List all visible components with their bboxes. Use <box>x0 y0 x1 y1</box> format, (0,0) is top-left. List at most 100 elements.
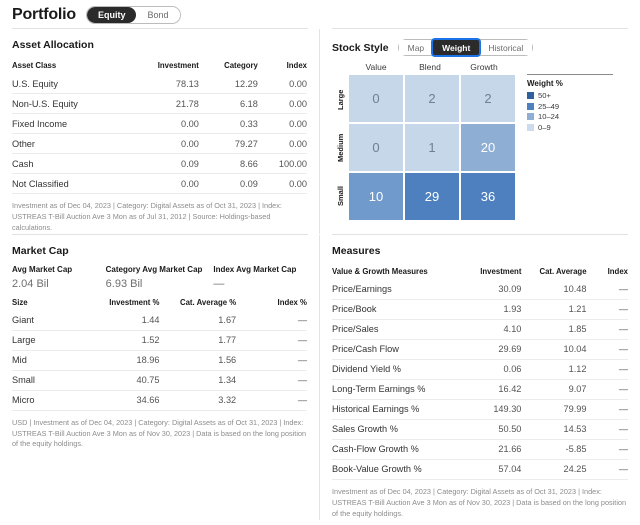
table-header-row: Size Investment % Cat. Average % Index % <box>12 296 307 311</box>
cell-investment: 78.13 <box>175 78 199 89</box>
cell-index: 100.00 <box>257 153 307 174</box>
cell-investment: 50.50 <box>462 418 522 440</box>
top-row: Asset Allocation Asset Class Investment … <box>0 29 640 234</box>
style-cell-small-blend[interactable]: 29 <box>405 173 459 220</box>
row-label: Not Classified <box>12 173 128 194</box>
col-category: Category <box>224 61 258 70</box>
cell-cat-average: 10.04 <box>521 338 587 360</box>
cell-investment: 40.75 <box>94 369 160 391</box>
toggle-option-bond[interactable]: Bond <box>136 7 180 23</box>
cell-cat-average: 10.48 <box>563 284 587 295</box>
cell-index: 0.00 <box>257 93 307 114</box>
table-row: Micro 34.66 3.32 — <box>12 389 307 411</box>
style-box: Large Medium Small Value Blend Growth 0 … <box>332 62 515 220</box>
cell-index: — <box>236 349 307 371</box>
col-index: Index <box>286 61 307 70</box>
row-label: Price/Sales <box>332 318 463 340</box>
legend-swatch-icon <box>527 123 534 131</box>
style-cell-large-blend[interactable]: 2 <box>405 75 459 122</box>
table-row: Cash 0.09 8.66 100.00 <box>12 153 307 174</box>
cell-cat-average: 1.21 <box>521 298 587 320</box>
col-value-growth-measures: Value & Growth Measures <box>332 266 428 276</box>
equity-bond-toggle[interactable]: Equity Bond <box>85 6 181 24</box>
row-label-large: Large <box>336 89 345 111</box>
cell-investment: 16.42 <box>462 378 522 400</box>
style-box-wrap: Large Medium Small Value Blend Growth 0 … <box>332 62 628 220</box>
cell-index: — <box>236 389 307 411</box>
category-avg-market-cap-value: 6.93 Bil <box>105 277 143 290</box>
cell-cat-average: 24.25 <box>521 458 587 480</box>
toggle-option-map[interactable]: Map <box>398 40 434 55</box>
stock-style-toggle[interactable]: Map Weight Historical <box>397 39 534 56</box>
legend-item: 25–49 <box>527 102 623 111</box>
legend-swatch-icon <box>527 113 534 120</box>
category-avg-market-cap-label: Category Avg Market Cap <box>105 264 203 274</box>
cell-cat-average: 79.99 <box>521 398 587 420</box>
style-box-row-labels: Large Medium Small <box>332 62 349 220</box>
legend-divider <box>527 74 613 75</box>
toggle-option-equity[interactable]: Equity <box>86 7 137 23</box>
cell-category: 79.27 <box>198 133 258 154</box>
cell-investment: 21.78 <box>127 93 199 114</box>
cell-index: — <box>586 438 628 460</box>
index-avg-market-cap-label: Index Avg Market Cap <box>213 264 297 274</box>
weight-legend: Weight % 50+ 25–49 10–24 0–9 <box>527 62 623 220</box>
cell-investment: 0.00 <box>127 113 199 134</box>
row-label: Historical Earnings % <box>332 398 463 420</box>
cell-investment: 29.69 <box>462 338 522 360</box>
col-investment-pct: Investment % <box>109 297 160 307</box>
cell-cat-average: -5.85 <box>521 438 587 460</box>
cell-index: 0.00 <box>257 173 307 194</box>
legend-swatch-icon <box>527 92 534 99</box>
avg-market-cap-label: Avg Market Cap <box>12 264 73 274</box>
legend-label: 25–49 <box>538 101 560 111</box>
table-row: Non-U.S. Equity 21.78 6.18 0.00 <box>12 93 307 114</box>
style-cell-small-growth[interactable]: 36 <box>461 173 515 220</box>
style-cell-medium-growth[interactable]: 20 <box>461 124 515 171</box>
row-label: U.S. Equity <box>12 78 58 89</box>
asset-allocation-panel: Asset Allocation Asset Class Investment … <box>0 29 320 234</box>
cell-investment: 1.52 <box>94 329 160 351</box>
legend-label: 50+ <box>538 91 551 100</box>
style-cell-small-value[interactable]: 10 <box>349 173 403 220</box>
row-label: Dividend Yield % <box>332 358 463 380</box>
stock-style-panel: Stock Style Map Weight Historical Large … <box>320 29 640 234</box>
style-cell-large-value[interactable]: 0 <box>349 75 403 122</box>
cell-index: — <box>586 318 628 340</box>
style-box-col-labels: Value Blend Growth <box>349 62 515 75</box>
legend-title: Weight % <box>527 79 563 88</box>
category-avg-market-cap-block: Category Avg Market Cap 6.93 Bil <box>106 265 214 290</box>
table-row: Long-Term Earnings % 16.42 9.07 — <box>332 378 628 400</box>
cell-investment: 0.09 <box>127 153 199 174</box>
cell-cat-average: 1.12 <box>521 358 587 380</box>
col-index: Index <box>607 266 628 276</box>
asset-allocation-title: Asset Allocation <box>12 39 94 51</box>
legend-item: 10–24 <box>527 112 623 121</box>
avg-market-cap-value: 2.04 Bil <box>12 277 49 290</box>
cell-investment: 34.66 <box>94 389 160 411</box>
table-header-row: Asset Class Investment Category Index <box>12 59 307 74</box>
cell-cat-average: 9.07 <box>521 378 587 400</box>
style-cell-medium-blend[interactable]: 1 <box>405 124 459 171</box>
toggle-option-weight[interactable]: Weight <box>433 40 480 55</box>
cell-cat-average: 1.85 <box>521 318 587 340</box>
table-header-row: Value & Growth Measures Investment Cat. … <box>332 265 628 280</box>
style-cell-medium-value[interactable]: 0 <box>349 124 403 171</box>
row-label: Large <box>12 329 95 351</box>
col-index-pct: Index % <box>277 297 307 307</box>
table-row: Price/Sales 4.10 1.85 — <box>332 318 628 340</box>
row-label-medium: Medium <box>336 133 345 163</box>
cell-investment: 57.04 <box>462 458 522 480</box>
stock-style-title: Stock Style <box>332 41 389 54</box>
measures-title: Measures <box>332 244 381 257</box>
table-row: Fixed Income 0.00 0.33 0.00 <box>12 113 307 134</box>
table-row: Mid 18.96 1.56 — <box>12 349 307 371</box>
toggle-option-historical[interactable]: Historical <box>479 40 533 55</box>
style-cell-large-growth[interactable]: 2 <box>461 75 515 122</box>
col-investment: Investment <box>157 61 199 70</box>
style-box-grid: 0 2 2 0 1 20 10 29 36 <box>349 75 515 220</box>
legend-item: 0–9 <box>527 123 623 132</box>
asset-allocation-footnote: Investment as of Dec 04, 2023 | Category… <box>12 201 282 232</box>
cell-category: 0.09 <box>198 173 258 194</box>
row-label: Giant <box>12 315 34 326</box>
